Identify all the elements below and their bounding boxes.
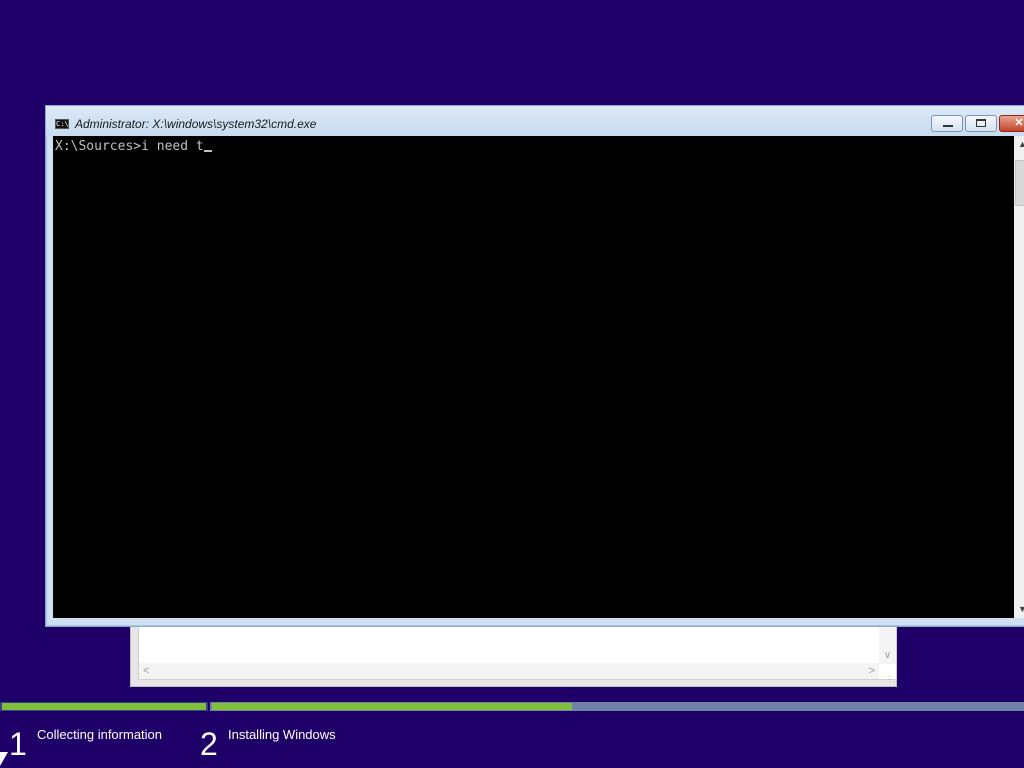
scroll-down-icon[interactable]: ∨ xyxy=(879,650,896,662)
minimize-icon xyxy=(943,125,953,127)
console-command-line[interactable]: X:\Sources>i need t xyxy=(55,139,212,155)
progress-bar-installing-windows xyxy=(210,702,1024,711)
resize-grip-icon[interactable]: ⋮ xyxy=(885,673,894,685)
console-app-icon: C:\ xyxy=(55,119,69,129)
mouse-pointer-icon xyxy=(0,752,8,766)
close-icon: ✕ xyxy=(1014,117,1024,129)
step-1-label: Collecting information xyxy=(37,727,163,742)
scroll-right-icon[interactable]: > xyxy=(869,664,875,678)
maximize-icon xyxy=(976,119,986,127)
console-vertical-scrollbar[interactable]: ▲ ▼ xyxy=(1014,136,1024,618)
step-1-number: 1 xyxy=(9,726,27,762)
step-2-number: 2 xyxy=(200,726,218,762)
maximize-button[interactable] xyxy=(965,115,997,132)
scroll-up-icon[interactable]: ▲ xyxy=(1014,136,1024,153)
console-input[interactable]: i need t xyxy=(141,139,204,154)
progress-bar-collecting-information xyxy=(0,702,208,711)
console-output-area[interactable]: X:\Sources>i need t xyxy=(53,136,1014,618)
progress-fill-installing-windows xyxy=(212,703,572,710)
scroll-down-icon[interactable]: ▼ xyxy=(1014,601,1024,618)
scroll-left-icon[interactable]: < xyxy=(143,664,149,678)
scrollbar-thumb[interactable] xyxy=(1015,160,1024,206)
command-prompt-window[interactable]: C:\ Administrator: X:\windows\system32\c… xyxy=(45,105,1024,627)
minimize-button[interactable] xyxy=(931,115,963,132)
progress-fill-collecting-information xyxy=(2,703,206,710)
text-cursor xyxy=(203,150,212,152)
step-2-label: Installing Windows xyxy=(228,727,336,742)
window-title: Administrator: X:\windows\system32\cmd.e… xyxy=(75,117,317,131)
console-prompt: X:\Sources> xyxy=(55,139,142,154)
dialog-horizontal-scrollbar[interactable]: < > xyxy=(139,663,879,679)
close-button[interactable]: ✕ xyxy=(999,115,1024,132)
window-title-bar[interactable]: C:\ Administrator: X:\windows\system32\c… xyxy=(46,106,1024,136)
